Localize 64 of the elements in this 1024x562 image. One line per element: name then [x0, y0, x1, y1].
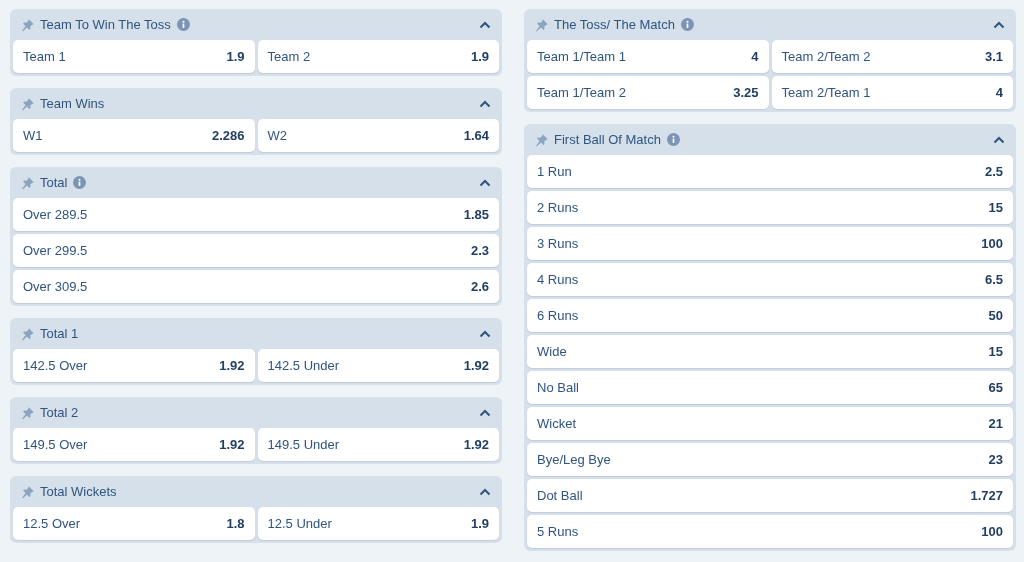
market-header[interactable]: Team To Win The Toss	[13, 9, 499, 40]
odds-option[interactable]: Team 2/Team 1 4	[771, 76, 1013, 109]
odds-option[interactable]: Team 1 1.9	[13, 40, 255, 73]
market-title: Team To Win The Toss	[40, 17, 171, 32]
market-title: The Toss/ The Match	[554, 17, 675, 32]
odds-option[interactable]: 12.5 Under 1.9	[257, 507, 499, 540]
market-header[interactable]: Total 1	[13, 318, 499, 349]
info-icon[interactable]	[680, 18, 694, 31]
pin-icon[interactable]	[21, 175, 35, 190]
odds-option[interactable]: 2 Runs 15	[527, 191, 1013, 224]
market-title: Total	[40, 175, 68, 190]
pin-icon[interactable]	[21, 17, 35, 32]
odds-option[interactable]: W2 1.64	[257, 119, 499, 152]
info-icon[interactable]	[666, 133, 680, 146]
market-header[interactable]: Total	[13, 167, 499, 198]
odds-option[interactable]: Over 299.5 2.3	[13, 234, 499, 267]
caret-icon[interactable]	[479, 408, 491, 417]
market-header[interactable]: Total 2	[13, 397, 499, 428]
odds-option[interactable]: No Ball 65	[527, 371, 1013, 404]
pin-icon[interactable]	[21, 484, 35, 499]
odds-option[interactable]: 142.5 Over 1.92	[13, 349, 255, 382]
market-header[interactable]: Team Wins	[13, 88, 499, 119]
market-title: Team Wins	[40, 96, 105, 111]
odds-option[interactable]: Team 2 1.9	[257, 40, 499, 73]
market-header[interactable]: First Ball Of Match	[527, 124, 1013, 155]
odds-option[interactable]: Over 289.5 1.85	[13, 198, 499, 231]
odds-option[interactable]: Team 2/Team 2 3.1	[771, 40, 1013, 73]
caret-icon[interactable]	[479, 329, 491, 338]
pin-icon[interactable]	[21, 326, 35, 341]
odds-option[interactable]: 3 Runs 100	[527, 227, 1013, 260]
odds-option[interactable]: Team 1/Team 2 3.25	[527, 76, 769, 109]
odds-option[interactable]: 1 Run 2.5	[527, 155, 1013, 188]
odds-option[interactable]: Over 309.5 2.6	[13, 270, 499, 303]
odds-option[interactable]: Wicket 21	[527, 407, 1013, 440]
pin-icon[interactable]	[21, 96, 35, 111]
info-icon[interactable]	[73, 176, 87, 189]
pin-icon[interactable]	[535, 132, 549, 147]
odds-option[interactable]: Wide 15	[527, 335, 1013, 368]
odds-option[interactable]: W1 2.286	[13, 119, 255, 152]
caret-icon[interactable]	[993, 135, 1005, 144]
caret-icon[interactable]	[479, 99, 491, 108]
odds-option[interactable]: Dot Ball 1.727	[527, 479, 1013, 512]
caret-icon[interactable]	[479, 178, 491, 187]
market-title: Total Wickets	[40, 484, 117, 499]
odds-option[interactable]: 5 Runs 100	[527, 515, 1013, 548]
odds-option[interactable]: 4 Runs 6.5	[527, 263, 1013, 296]
pin-icon[interactable]	[21, 405, 35, 420]
odds-option[interactable]: Bye/Leg Bye 23	[527, 443, 1013, 476]
odds-option[interactable]: Team 1/Team 1 4	[527, 40, 769, 73]
odds-option[interactable]: 12.5 Over 1.8	[13, 507, 255, 540]
market-title: Total 1	[40, 326, 79, 341]
caret-icon[interactable]	[479, 487, 491, 496]
odds-option[interactable]: 149.5 Over 1.92	[13, 428, 255, 461]
market-header[interactable]: Total Wickets	[13, 476, 499, 507]
market-title: First Ball Of Match	[554, 132, 661, 147]
market-header[interactable]: The Toss/ The Match	[527, 9, 1013, 40]
info-icon[interactable]	[176, 18, 190, 31]
odds-option[interactable]: 149.5 Under 1.92	[257, 428, 499, 461]
market-title: Total 2	[40, 405, 79, 420]
caret-icon[interactable]	[993, 20, 1005, 29]
odds-option[interactable]: 6 Runs 50	[527, 299, 1013, 332]
caret-icon[interactable]	[479, 20, 491, 29]
pin-icon[interactable]	[535, 17, 549, 32]
odds-option[interactable]: 142.5 Under 1.92	[257, 349, 499, 382]
